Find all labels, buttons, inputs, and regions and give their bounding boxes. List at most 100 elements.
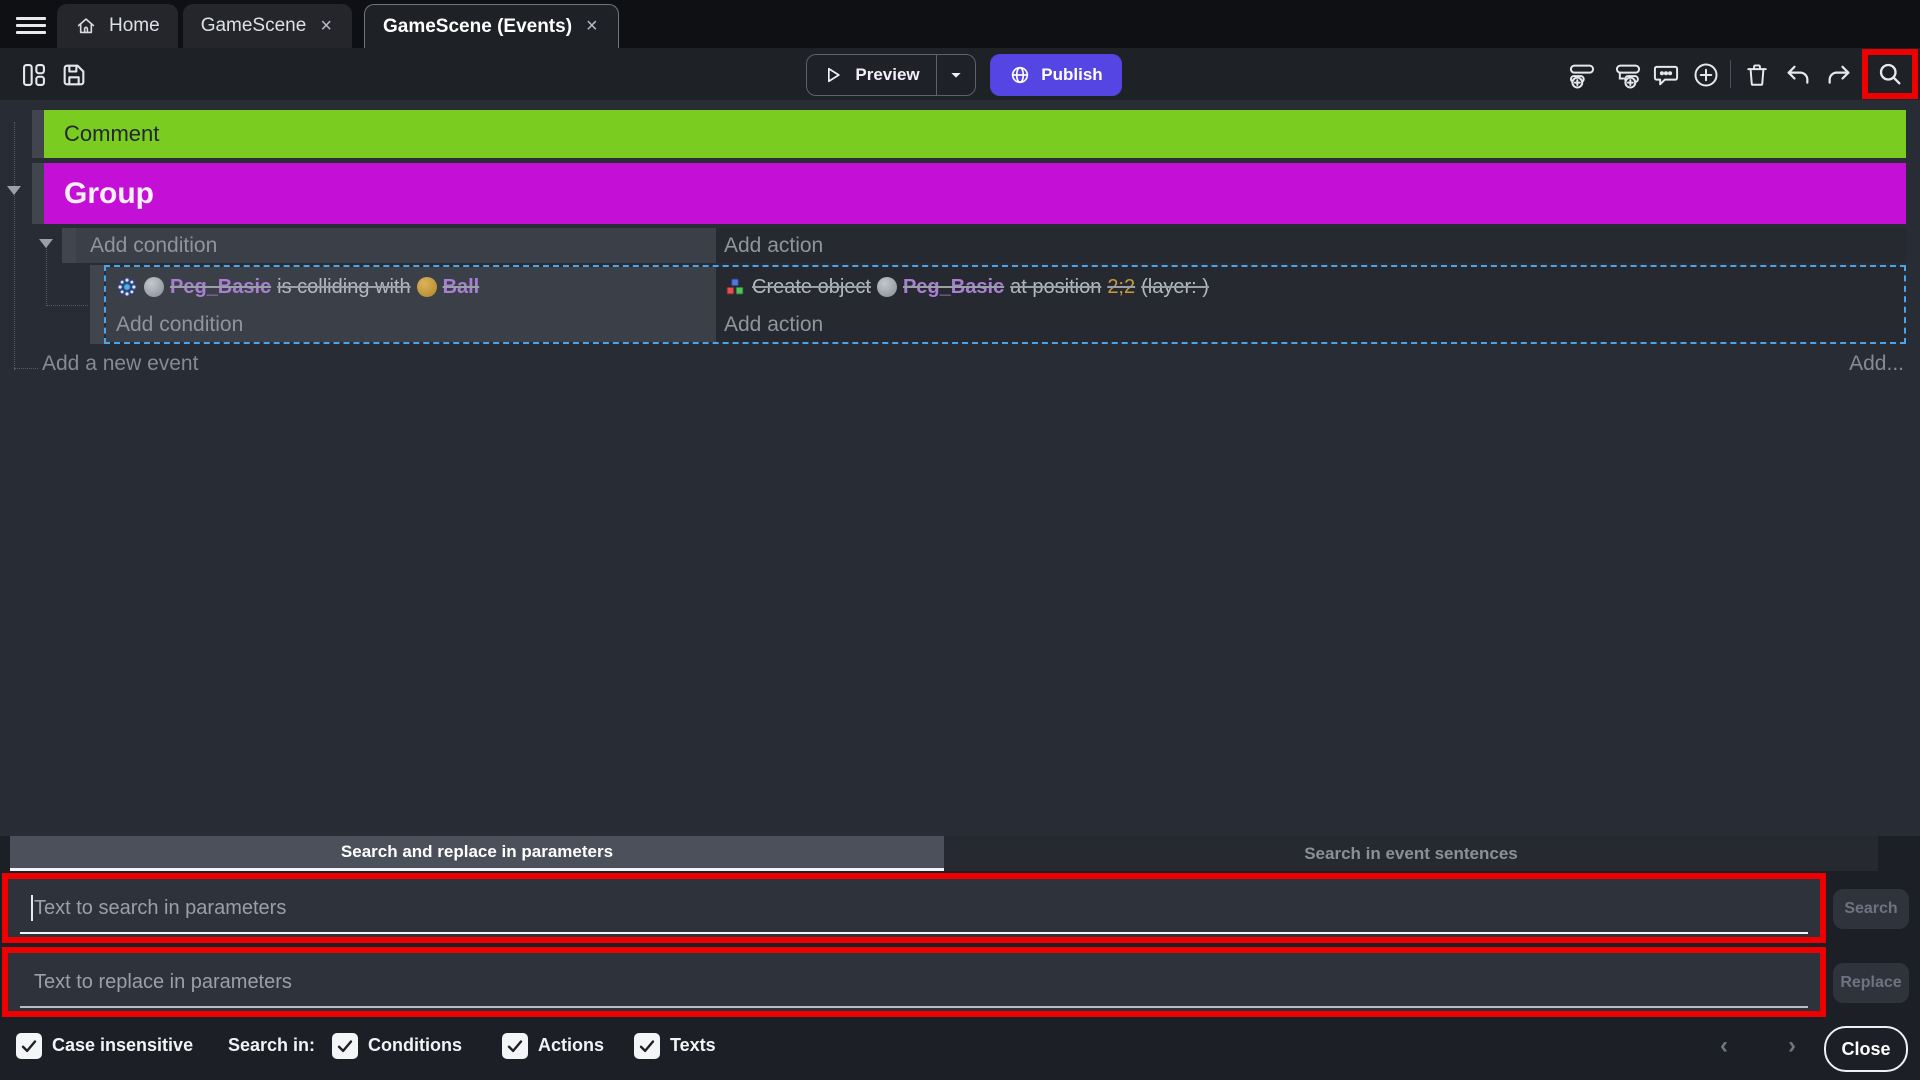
case-insensitive-checkbox[interactable] xyxy=(16,1033,42,1059)
preview-options-button[interactable] xyxy=(937,67,975,83)
tab-search-replace-parameters[interactable]: Search and replace in parameters xyxy=(10,836,944,871)
condition-sentence[interactable]: Peg_Basic is colliding with Ball xyxy=(116,276,479,299)
actions-label: Actions xyxy=(538,1035,604,1056)
add-circle-icon[interactable] xyxy=(1692,61,1720,89)
object-circle-icon xyxy=(144,277,164,297)
action-verb: Create object xyxy=(752,276,871,299)
check-icon xyxy=(20,1037,38,1055)
conditions-checkbox[interactable] xyxy=(332,1033,358,1059)
group-event[interactable]: Group xyxy=(44,163,1906,224)
action-layer-text: (layer: ) xyxy=(1141,276,1209,299)
close-button[interactable]: Close xyxy=(1824,1026,1908,1072)
add-subevent-icon[interactable] xyxy=(1614,61,1642,89)
input-underline xyxy=(20,1006,1808,1008)
input-underline xyxy=(20,932,1808,934)
case-insensitive-label: Case insensitive xyxy=(52,1035,193,1056)
search-input[interactable] xyxy=(8,879,1820,937)
search-input-highlight-box xyxy=(2,873,1826,943)
add-action-link[interactable]: Add action xyxy=(724,313,823,337)
toolbar: Preview Publish xyxy=(0,48,1920,100)
conditions-label: Conditions xyxy=(368,1035,462,1056)
search-icon[interactable] xyxy=(1876,60,1904,88)
chevron-right-icon[interactable]: › xyxy=(1778,1030,1806,1062)
condition-object-2: Ball xyxy=(443,276,480,299)
tab-gamescene[interactable]: GameScene × xyxy=(183,4,352,48)
gdevelop-window: Home GameScene × GameScene (Events) × xyxy=(0,0,1920,1080)
comment-event[interactable]: Comment xyxy=(44,110,1906,158)
layout-icon[interactable] xyxy=(20,61,48,89)
check-icon xyxy=(336,1037,354,1055)
trash-icon[interactable] xyxy=(1743,61,1771,89)
chevron-left-icon[interactable]: ‹ xyxy=(1710,1030,1738,1062)
search-panel: Search and replace in parameters Search … xyxy=(0,836,1920,1080)
add-condition-link[interactable]: Add condition xyxy=(116,313,243,337)
close-icon[interactable]: × xyxy=(584,15,600,38)
search-panel-tabs: Search and replace in parameters Search … xyxy=(10,836,1878,871)
check-icon xyxy=(638,1037,656,1055)
tab-gamescene-events[interactable]: GameScene (Events) × xyxy=(364,4,619,48)
texts-checkbox[interactable] xyxy=(634,1033,660,1059)
event-drag-handle[interactable] xyxy=(90,265,104,344)
comment-text: Comment xyxy=(64,121,159,147)
undo-icon[interactable] xyxy=(1784,61,1812,89)
home-icon xyxy=(75,15,97,37)
empty-event: Add condition Add action xyxy=(76,228,1906,263)
add-more-button[interactable]: Add... xyxy=(1849,352,1904,376)
add-new-event-link[interactable]: Add a new event xyxy=(42,352,198,376)
tree-line xyxy=(46,305,88,306)
replace-input[interactable] xyxy=(8,953,1820,1011)
collapse-group-icon[interactable] xyxy=(7,186,21,195)
play-icon xyxy=(823,65,843,85)
tab-home[interactable]: Home xyxy=(57,4,178,48)
tab-gamescene-label: GameScene xyxy=(201,15,307,37)
create-object-icon xyxy=(724,276,746,298)
tab-search-event-sentences[interactable]: Search in event sentences xyxy=(944,836,1878,871)
redo-icon[interactable] xyxy=(1825,61,1853,89)
replace-input-highlight-box xyxy=(2,947,1826,1017)
add-action-link[interactable]: Add action xyxy=(724,234,823,258)
actions-checkbox[interactable] xyxy=(502,1033,528,1059)
comment-bubble-icon[interactable] xyxy=(1652,61,1680,89)
check-icon xyxy=(506,1037,524,1055)
close-icon[interactable]: × xyxy=(318,15,334,38)
texts-label: Texts xyxy=(670,1035,716,1056)
search-in-label: Search in: xyxy=(228,1035,315,1056)
event-drag-handle[interactable] xyxy=(32,163,44,224)
save-icon[interactable] xyxy=(60,61,88,89)
object-circle-icon xyxy=(877,277,897,297)
ball-icon xyxy=(417,277,437,297)
action-position-value: 2;2 xyxy=(1107,276,1135,299)
publish-button[interactable]: Publish xyxy=(990,54,1122,96)
action-object: Peg_Basic xyxy=(903,276,1004,299)
divider xyxy=(1730,60,1731,88)
add-condition-link[interactable]: Add condition xyxy=(90,234,217,258)
globe-icon xyxy=(1009,64,1031,86)
preview-label: Preview xyxy=(855,65,919,85)
tree-line xyxy=(14,122,15,370)
preview-button[interactable]: Preview xyxy=(806,54,976,96)
events-sheet: Comment Group Add condition Add action xyxy=(0,100,1920,836)
tree-line xyxy=(14,368,38,369)
event-drag-handle[interactable] xyxy=(32,110,44,158)
publish-label: Publish xyxy=(1041,65,1102,85)
tab-gamescene-events-label: GameScene (Events) xyxy=(383,16,572,38)
tab-home-label: Home xyxy=(109,15,160,37)
chevron-down-icon xyxy=(948,67,964,83)
collision-icon xyxy=(116,276,138,298)
search-highlight-box xyxy=(1862,49,1918,99)
tree-line xyxy=(46,240,47,306)
search-button[interactable]: Search xyxy=(1833,889,1909,929)
replace-button[interactable]: Replace xyxy=(1833,963,1909,1003)
group-title: Group xyxy=(64,177,154,211)
text-cursor xyxy=(31,895,33,921)
action-text: at position xyxy=(1010,276,1101,299)
event-drag-handle[interactable] xyxy=(62,228,76,263)
condition-object-1: Peg_Basic xyxy=(170,276,271,299)
menu-icon[interactable] xyxy=(16,12,46,38)
condition-text: is colliding with xyxy=(277,276,410,299)
add-event-icon[interactable] xyxy=(1568,61,1596,89)
collapse-event-icon[interactable] xyxy=(39,239,53,248)
search-options-row: Case insensitive Search in: Conditions A… xyxy=(0,1020,1920,1080)
selected-disabled-event[interactable]: Peg_Basic is colliding with Ball Create … xyxy=(104,265,1906,344)
action-sentence[interactable]: Create object Peg_Basic at position 2;2 … xyxy=(724,276,1209,299)
